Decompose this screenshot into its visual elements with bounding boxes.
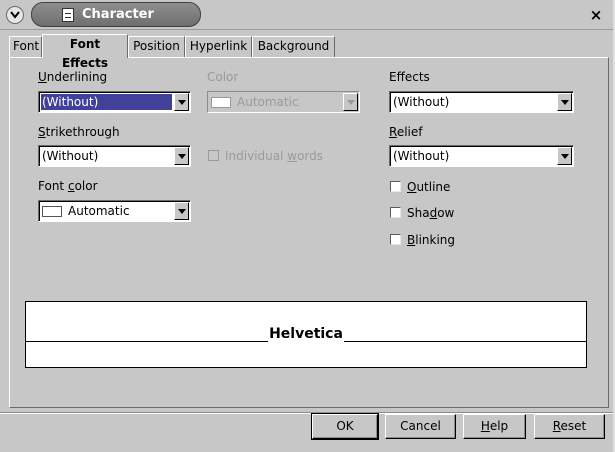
font-color-value: Automatic bbox=[41, 203, 172, 219]
color-label: Color bbox=[207, 70, 239, 84]
effects-select[interactable]: (Without) bbox=[389, 91, 574, 113]
strikethrough-label: Strikethrough bbox=[38, 125, 120, 139]
dropdown-arrow-button[interactable] bbox=[557, 147, 572, 165]
dropdown-arrow-button bbox=[343, 93, 358, 111]
tab-font-effects[interactable]: Font Effects bbox=[42, 34, 128, 70]
dropdown-arrow-button[interactable] bbox=[174, 147, 189, 165]
relief-value: (Without) bbox=[393, 149, 450, 163]
close-icon[interactable]: × bbox=[589, 8, 603, 23]
strikethrough-select[interactable]: (Without) bbox=[38, 145, 191, 167]
reset-button[interactable]: Reset bbox=[534, 414, 605, 439]
window-menu-button[interactable] bbox=[6, 6, 24, 24]
cancel-button[interactable]: Cancel bbox=[385, 414, 456, 439]
preview-box: Helvetica bbox=[25, 301, 587, 368]
outline-checkbox[interactable] bbox=[390, 181, 401, 192]
document-icon bbox=[62, 7, 74, 22]
blinking-checkbox[interactable] bbox=[390, 234, 401, 245]
relief-select[interactable]: (Without) bbox=[389, 145, 574, 167]
underlining-select[interactable]: (Without) bbox=[38, 91, 191, 113]
shadow-label: Shadow bbox=[407, 206, 455, 220]
relief-label: Relief bbox=[389, 125, 423, 139]
underlining-value: (Without) bbox=[41, 94, 172, 110]
tab-font[interactable]: Font bbox=[9, 36, 42, 57]
dropdown-arrow-button[interactable] bbox=[557, 93, 572, 111]
help-button[interactable]: Help bbox=[463, 414, 526, 439]
effects-label: Effects bbox=[389, 70, 430, 84]
chevron-down-icon bbox=[560, 153, 569, 159]
chevron-down-icon bbox=[346, 99, 355, 105]
tab-background[interactable]: Background bbox=[252, 36, 335, 57]
chevron-down-icon bbox=[177, 153, 186, 159]
window-title: Character bbox=[82, 7, 154, 22]
chevron-down-icon bbox=[177, 208, 186, 214]
individual-words-checkbox bbox=[208, 150, 219, 161]
strikethrough-value: (Without) bbox=[42, 149, 99, 163]
tab-hyperlink[interactable]: Hyperlink bbox=[185, 36, 252, 57]
font-color-select[interactable]: Automatic bbox=[38, 200, 191, 222]
window-title-bar: Character bbox=[31, 2, 201, 27]
outline-label: Outline bbox=[407, 180, 451, 194]
ok-button[interactable]: OK bbox=[311, 413, 379, 440]
individual-words-label: Individual words bbox=[225, 149, 324, 163]
color-swatch bbox=[211, 97, 231, 108]
color-value: Automatic bbox=[210, 94, 341, 110]
shadow-checkbox[interactable] bbox=[390, 207, 401, 218]
chevron-down-icon bbox=[560, 99, 569, 105]
chevron-down-icon bbox=[177, 99, 186, 105]
dropdown-arrow-button[interactable] bbox=[174, 202, 189, 220]
font-color-label: Font color bbox=[38, 179, 98, 193]
blinking-label: Blinking bbox=[407, 233, 456, 247]
color-swatch bbox=[42, 206, 62, 217]
effects-value: (Without) bbox=[393, 95, 450, 109]
tab-position[interactable]: Position bbox=[128, 36, 185, 57]
color-select: Automatic bbox=[207, 91, 360, 113]
dropdown-arrow-button[interactable] bbox=[174, 93, 189, 111]
preview-text: Helvetica bbox=[268, 326, 344, 342]
chevron-down-icon bbox=[10, 8, 20, 22]
